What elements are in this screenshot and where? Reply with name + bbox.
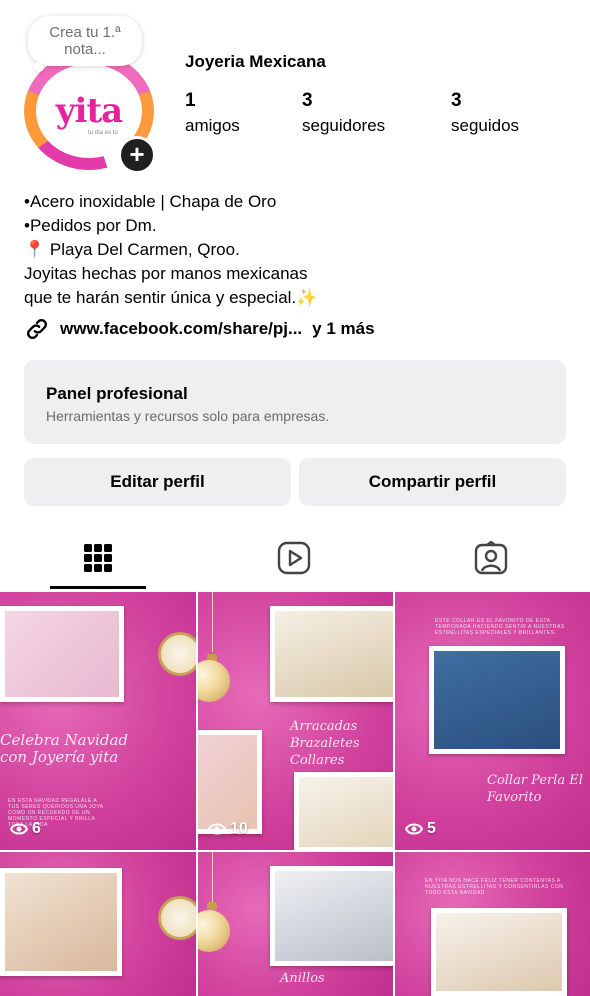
post-tile[interactable]: Este collar es el favorito de esta tempo… xyxy=(395,592,590,850)
ornament-cap xyxy=(207,902,217,910)
grid-divider xyxy=(0,850,590,852)
post-photo-bracelet xyxy=(270,606,393,702)
panel-title: Panel profesional xyxy=(46,384,188,403)
bio-line-2: •Pedidos por Dm. xyxy=(24,216,157,235)
post-photo-pearl-necklace xyxy=(429,646,565,754)
post-tile[interactable]: En yita nos hace feliz tener contentas a… xyxy=(395,852,590,996)
grid-icon xyxy=(84,544,112,572)
stat-followers-label: seguidores xyxy=(302,116,386,135)
pocket-watch-icon xyxy=(158,632,196,676)
post-photo-pendant xyxy=(270,866,393,966)
profile-username: Joyeria Mexicana xyxy=(185,52,326,71)
stat-following[interactable]: 3 seguidos xyxy=(451,90,519,136)
tab-posts-grid[interactable] xyxy=(0,526,196,590)
post-tile[interactable]: Anillos xyxy=(198,852,393,996)
reels-icon xyxy=(277,541,311,575)
post-script-text: Anillos xyxy=(280,971,325,986)
bio-link[interactable]: www.facebook.com/share/pj... y 1 más xyxy=(24,314,375,344)
bio-line-5-row: que te harán sentir única y especial.✨ xyxy=(24,286,564,310)
posts-grid: Celebra Navidad con Joyería yita En esta… xyxy=(0,592,590,996)
add-story-plus-icon[interactable]: + xyxy=(118,136,156,174)
stat-friends[interactable]: 1 amigos xyxy=(185,90,240,136)
post-photo-chains xyxy=(431,908,567,996)
post-tile[interactable] xyxy=(0,852,196,996)
note-line-1: Crea tu 1.ª xyxy=(49,24,121,41)
note-bubble[interactable]: Crea tu 1.ª nota... xyxy=(28,16,142,66)
post-photo-hoops xyxy=(198,730,262,834)
stat-followers-value: 3 xyxy=(302,90,313,111)
link-icon xyxy=(27,319,47,339)
post-script-text: Celebra Navidad con Joyería yita xyxy=(0,731,128,766)
bio-line-3: Playa Del Carmen, Qroo. xyxy=(49,240,240,259)
edit-profile-button[interactable]: Editar perfil xyxy=(24,458,291,506)
post-views-count: 6 xyxy=(32,820,41,837)
tagged-icon xyxy=(474,541,508,575)
post-tiny-text: En yita nos hace feliz tener contentas a… xyxy=(425,878,564,896)
stat-following-label: seguidos xyxy=(451,116,520,135)
bio-line-3-row: 📍 Playa Del Carmen, Qroo. xyxy=(24,238,564,262)
location-pin-icon: 📍 xyxy=(24,240,46,259)
tab-reels[interactable] xyxy=(196,526,392,590)
tab-tagged[interactable] xyxy=(393,526,589,590)
post-photo-earrings xyxy=(0,606,124,702)
share-profile-button[interactable]: Compartir perfil xyxy=(299,458,566,506)
ornament-string xyxy=(212,592,213,652)
post-views-count: 10 xyxy=(230,820,248,837)
stat-friends-label: amigos xyxy=(185,116,240,135)
bio-line-4: Joyitas hechas por manos mexicanas xyxy=(24,264,308,283)
post-views-count: 5 xyxy=(427,820,436,837)
post-tiny-text: Este collar es el favorito de esta tempo… xyxy=(435,618,565,636)
pocket-watch-icon xyxy=(158,896,196,940)
profile-header: yita tu día es tú + Crea tu 1.ª nota... … xyxy=(0,0,590,185)
post-tile[interactable]: Celebra Navidad con Joyería yita En esta… xyxy=(0,592,196,850)
note-line-2: nota... xyxy=(64,41,106,58)
grid-divider xyxy=(196,592,198,996)
post-photo-necklace xyxy=(294,772,393,850)
post-script-text: Arracadas Brazaletes Collares xyxy=(290,719,360,768)
avatar-logo-subtext: tu día es tú xyxy=(88,130,118,136)
post-views: 10 xyxy=(208,820,248,838)
post-script-text: Collar Perla El Favorito xyxy=(487,773,583,805)
profile-tabs xyxy=(0,526,590,590)
note-bubble-tail xyxy=(34,62,44,72)
stat-friends-value: 1 xyxy=(185,90,196,111)
avatar-logo-text: yita xyxy=(55,91,123,131)
post-views: 6 xyxy=(10,820,41,838)
bio-link-more[interactable]: y 1 más xyxy=(312,319,374,339)
stat-following-value: 3 xyxy=(451,90,462,111)
bio-link-text[interactable]: www.facebook.com/share/pj... xyxy=(60,319,302,339)
grid-divider xyxy=(393,592,395,996)
post-tile[interactable]: Arracadas Brazaletes Collares 10 xyxy=(198,592,393,850)
ornament-string xyxy=(212,852,213,902)
post-views: 5 xyxy=(405,820,436,838)
bio-line-5: que te harán sentir única y especial. xyxy=(24,288,297,307)
sparkles-icon: ✨ xyxy=(296,288,318,307)
active-tab-indicator xyxy=(50,586,146,589)
professional-dashboard-panel[interactable]: Panel profesional Herramientas y recurso… xyxy=(24,360,566,444)
views-eye-icon xyxy=(405,823,423,835)
panel-subtitle: Herramientas y recursos solo para empres… xyxy=(46,408,330,424)
stat-followers[interactable]: 3 seguidores xyxy=(302,90,385,136)
post-photo-star-pendant xyxy=(0,868,122,976)
profile-bio: •Acero inoxidable | Chapa de Oro •Pedido… xyxy=(24,190,564,310)
views-eye-icon xyxy=(10,823,28,835)
bio-line-1: •Acero inoxidable | Chapa de Oro xyxy=(24,192,277,211)
views-eye-icon xyxy=(208,823,226,835)
